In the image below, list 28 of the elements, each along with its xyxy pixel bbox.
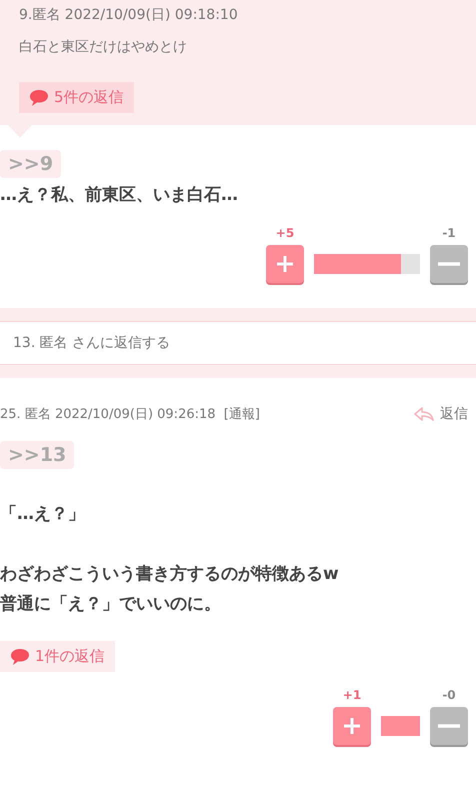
anchor-link[interactable]: >>13 (0, 441, 74, 469)
plus-icon (275, 254, 295, 274)
minus-vote-button[interactable] (430, 245, 468, 283)
reply-input-field[interactable]: 13. 匿名 さんに返信する (0, 321, 476, 365)
minus-icon (438, 724, 460, 728)
plus-count: +1 (342, 688, 362, 702)
reply-arrow-icon (414, 407, 434, 421)
post-header: 9.匿名 2022/10/09(日) 09:18:10 (19, 6, 239, 25)
post-text-line: わざわざこういう書き方するのが特徴あるw (0, 563, 340, 586)
replies-badge[interactable]: 5件の返信 (19, 82, 134, 113)
post-header: 25. 匿名 2022/10/09(日) 09:26:18 [通報] (0, 406, 260, 423)
minus-count: -0 (441, 688, 457, 702)
post-text-line: 「…え？」 (0, 503, 86, 526)
minus-count: -1 (441, 226, 457, 240)
plus-vote-button[interactable] (333, 707, 371, 745)
post-text-line: …え？私、前東区、いま白石… (0, 184, 239, 207)
plus-icon (342, 716, 362, 736)
replies-badge[interactable]: 1件の返信 (0, 641, 115, 672)
reply-link[interactable]: 返信 (414, 405, 468, 423)
minus-vote-button[interactable] (430, 707, 468, 745)
minus-icon (438, 262, 460, 266)
plus-count: +5 (274, 226, 296, 240)
plus-vote-button[interactable] (266, 245, 304, 283)
anchor-link[interactable]: >>9 (0, 150, 62, 178)
post-text: 白石と東区だけはやめとけ (19, 38, 188, 56)
speech-bubble-icon (29, 88, 49, 106)
post-text-line: 普通に「え？」でいいのに。 (0, 593, 222, 616)
speech-bubble-icon (10, 648, 30, 666)
